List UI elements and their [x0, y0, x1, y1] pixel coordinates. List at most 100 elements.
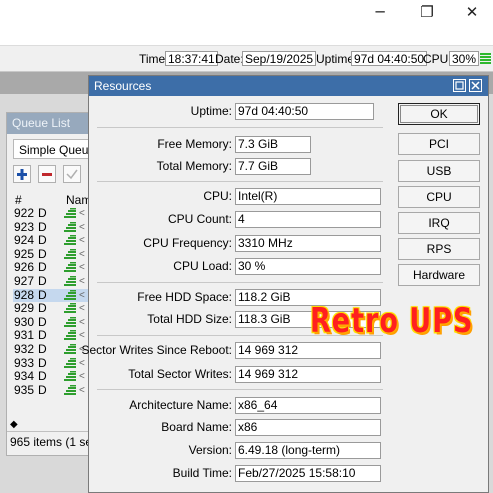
row-number: 924 — [14, 233, 35, 248]
queue-icon — [64, 221, 76, 232]
minimize-button[interactable]: ─ — [368, 2, 392, 22]
date-label: Date: — [215, 52, 244, 66]
table-row[interactable]: 932 D < — [13, 343, 89, 357]
row-number: 928 — [14, 287, 35, 302]
row-number: 931 — [14, 328, 35, 343]
table-row[interactable]: 926 D < — [13, 260, 89, 275]
queue-icon — [64, 316, 76, 327]
close-button[interactable]: ✕ — [460, 2, 484, 22]
separator — [97, 127, 383, 128]
cpu-count-field: 4 — [235, 211, 381, 228]
usb-button[interactable]: USB — [398, 160, 480, 182]
row-flag: D — [38, 328, 47, 343]
irq-button[interactable]: IRQ — [398, 212, 480, 234]
limit-arrow-icon: < — [79, 276, 85, 287]
queue-icon — [64, 371, 76, 382]
queue-icon — [64, 235, 76, 246]
queue-icon — [64, 357, 76, 368]
queue-icon — [64, 276, 76, 286]
queue-icon — [64, 289, 76, 300]
queue-list-title[interactable]: Queue List — [7, 113, 89, 134]
table-row[interactable]: 923 D < — [13, 219, 89, 235]
cpu-frequency-label: CPU Frequency: — [143, 236, 232, 250]
limit-arrow-icon: < — [79, 303, 85, 315]
hardware-button[interactable]: Hardware — [398, 264, 480, 286]
table-row[interactable]: 922 D < — [13, 206, 89, 221]
uptime-value: 97d 04:40:50 — [351, 51, 428, 66]
queue-icon — [64, 330, 76, 341]
table-row[interactable]: 925 D < — [13, 247, 89, 262]
table-row[interactable]: 931 D < — [13, 328, 89, 343]
col-header-number[interactable]: # — [15, 193, 22, 207]
row-flag: D — [38, 314, 47, 329]
scroll-left-icon[interactable]: ◆ — [10, 419, 18, 430]
cpu-field: Intel(R) — [235, 188, 381, 205]
table-row[interactable]: 924 D < — [13, 233, 89, 248]
queue-icon — [64, 344, 76, 354]
build-time-label: Build Time: — [172, 466, 232, 480]
limit-arrow-icon: < — [79, 316, 85, 328]
cpu-button[interactable]: CPU — [398, 186, 480, 208]
enable-button[interactable] — [63, 165, 81, 183]
separator — [97, 389, 383, 390]
row-number: 926 — [14, 260, 35, 275]
uptime-field: 97d 04:40:50 — [235, 103, 374, 120]
board-label: Board Name: — [161, 420, 232, 434]
architecture-field: x86_64 — [235, 397, 381, 414]
queue-icon — [64, 262, 76, 273]
row-flag: D — [38, 301, 47, 316]
table-row[interactable]: 928 D < — [13, 287, 89, 303]
row-flag: D — [38, 274, 47, 288]
maximize-button[interactable]: ❐ — [415, 2, 439, 22]
row-number: 933 — [14, 355, 35, 370]
right-edge-fragment — [489, 190, 493, 440]
status-bar: Time: 18:37:41 Date: Sep/19/2025 Uptime:… — [0, 45, 493, 72]
limit-arrow-icon: < — [79, 208, 85, 219]
table-row[interactable]: 929 D < — [13, 301, 89, 316]
limit-arrow-icon: < — [79, 248, 85, 260]
limit-arrow-icon: < — [79, 235, 85, 247]
table-row[interactable]: 933 D < — [13, 355, 89, 371]
row-flag: D — [38, 233, 47, 248]
row-number: 935 — [14, 382, 35, 397]
row-flag: D — [38, 369, 47, 384]
queue-icon — [64, 248, 76, 259]
table-row[interactable]: 927 D < — [13, 274, 89, 289]
rps-button[interactable]: RPS — [398, 238, 480, 260]
row-number: 930 — [14, 314, 35, 329]
row-flag: D — [38, 206, 47, 220]
version-label: Version: — [188, 443, 232, 457]
row-number: 922 — [14, 206, 35, 220]
limit-arrow-icon: < — [79, 330, 85, 342]
add-button[interactable] — [13, 165, 31, 183]
row-flag: D — [38, 382, 47, 397]
col-header-name[interactable]: Nam — [66, 193, 89, 207]
ok-button[interactable]: OK — [398, 103, 480, 125]
close-icon[interactable] — [469, 79, 482, 92]
board-field: x86 — [235, 419, 381, 436]
minus-icon — [42, 173, 52, 176]
free-hdd-label: Free HDD Space: — [137, 290, 232, 304]
cpu-label: CPU: — [203, 189, 232, 203]
table-row[interactable]: 934 D < — [13, 369, 89, 384]
resources-title[interactable]: Resources — [89, 76, 488, 96]
limit-arrow-icon: < — [79, 289, 85, 301]
pci-button[interactable]: PCI — [398, 133, 480, 155]
restore-icon[interactable] — [453, 79, 466, 92]
sector-writes-reboot-label: Sector Writes Since Reboot: — [81, 343, 232, 357]
queue-icon — [64, 384, 76, 395]
resources-window[interactable]: Resources Uptime: 97d 04:40:50 Free Memo… — [81, 75, 489, 493]
limit-arrow-icon: < — [79, 371, 85, 383]
table-row[interactable]: 935 D < — [13, 382, 89, 398]
tab-simple-queues[interactable]: Simple Queues — [13, 139, 89, 159]
row-number: 923 — [14, 219, 35, 234]
plus-icon — [17, 169, 27, 180]
remove-button[interactable] — [38, 165, 56, 183]
total-memory-label: Total Memory: — [156, 159, 232, 173]
retro-ups-watermark: Retro UPS — [310, 302, 474, 341]
uptime-row-label-box: Uptime: — [89, 103, 232, 121]
row-flag: D — [38, 219, 47, 234]
table-row[interactable]: 930 D < — [13, 314, 89, 330]
queue-list-window[interactable]: Queue List Simple Queues # Nam 922D<923D… — [6, 112, 90, 456]
row-number: 934 — [14, 369, 35, 384]
